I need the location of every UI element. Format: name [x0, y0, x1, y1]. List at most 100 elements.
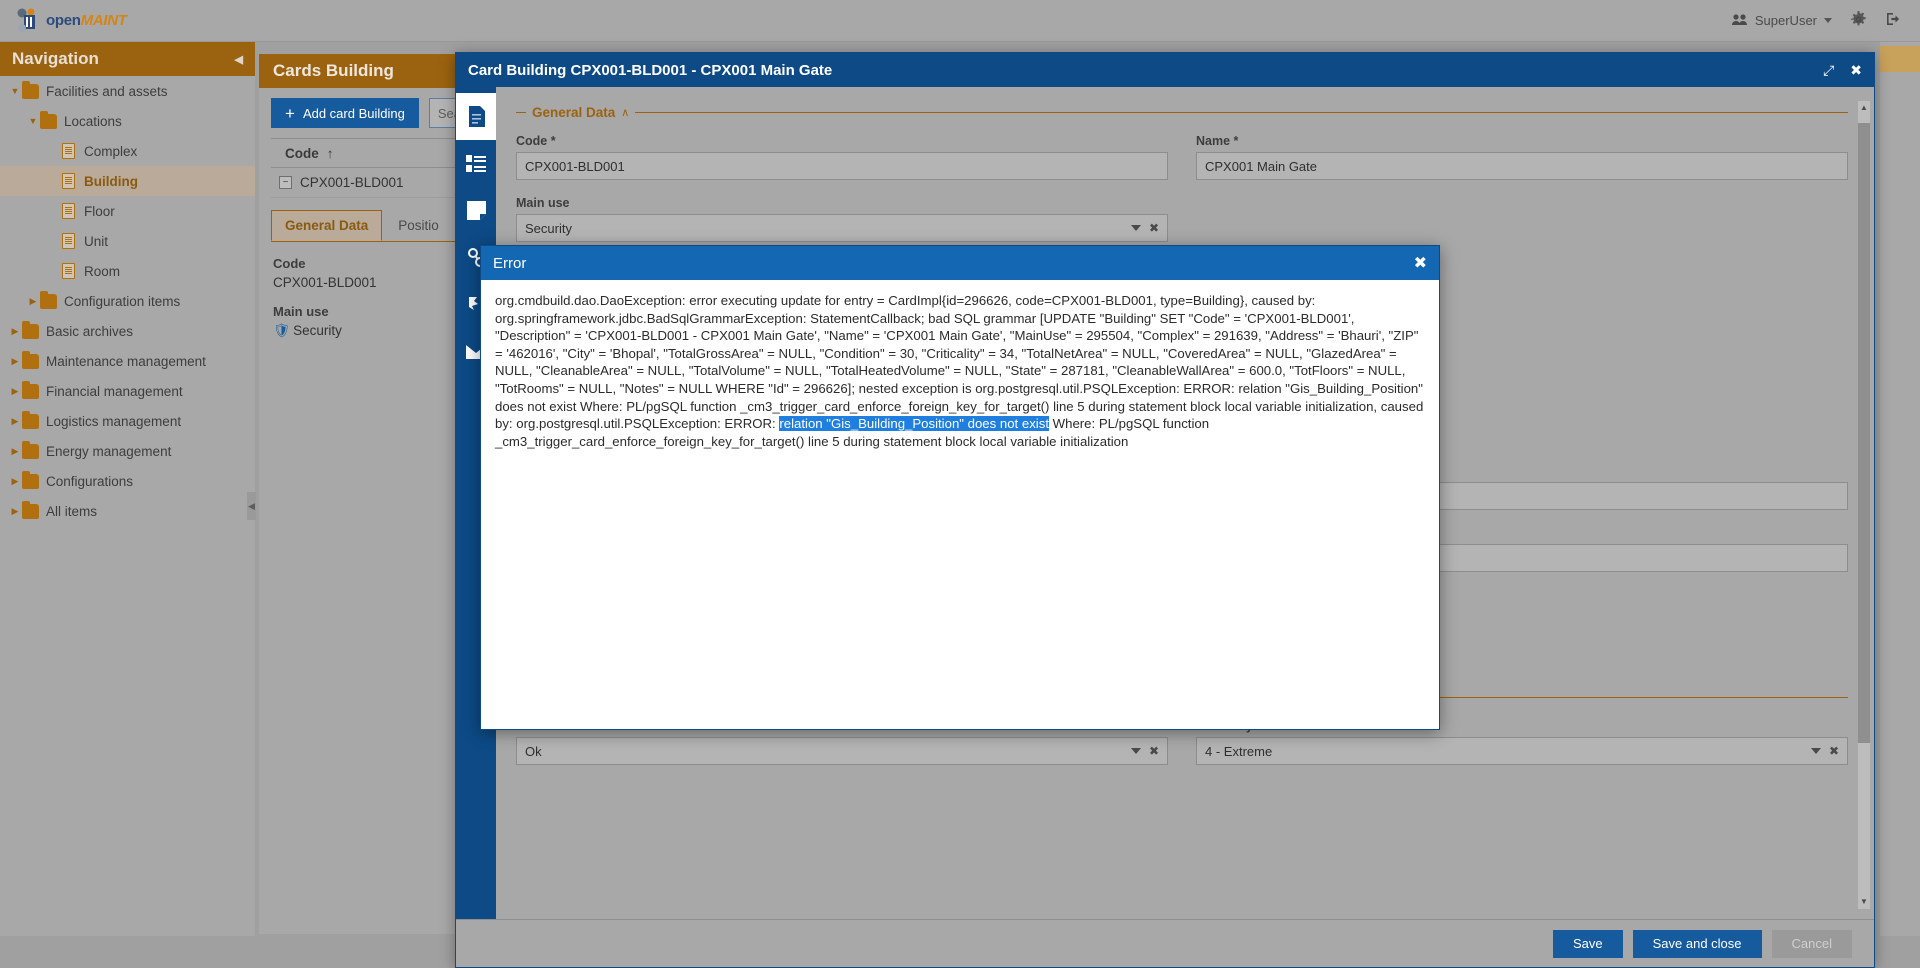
- tab-general-data[interactable]: General Data: [271, 210, 383, 241]
- chevron-down-icon[interactable]: ▼: [26, 116, 40, 126]
- top-app-bar: openMAINT SuperUser: [0, 0, 1920, 42]
- sidebar-item-label: Logistics management: [46, 413, 182, 429]
- main-use-combo[interactable]: Security ✖: [516, 214, 1168, 242]
- field-main-use-label: Main use: [516, 196, 570, 210]
- sidebar-item-complex[interactable]: Complex: [0, 136, 255, 166]
- close-icon[interactable]: ✖: [1850, 62, 1862, 79]
- name-input[interactable]: CPX001 Main Gate: [1196, 152, 1848, 180]
- grid-list-icon[interactable]: [456, 140, 496, 187]
- sidebar-item-all-items[interactable]: ▶ All items: [0, 496, 255, 526]
- sidebar-item-room[interactable]: Room: [0, 256, 255, 286]
- user-menu[interactable]: SuperUser: [1731, 13, 1832, 29]
- chevron-right-icon[interactable]: ▶: [8, 476, 22, 487]
- card-modal-window-controls: ⤢ ✖: [1823, 62, 1862, 79]
- form-row-main-use: Main use Security ✖: [516, 196, 1848, 242]
- section-general-data-title: General Data: [532, 105, 616, 120]
- code-input[interactable]: CPX001-BLD001: [516, 152, 1168, 180]
- save-button[interactable]: Save: [1552, 929, 1623, 958]
- chevron-right-icon[interactable]: ▶: [8, 386, 22, 397]
- add-card-building-button[interactable]: + Add card Building: [271, 98, 419, 128]
- sidebar-item-label: Basic archives: [46, 323, 134, 339]
- sidebar-item-facilities-and-assets[interactable]: ▼ Facilities and assets: [0, 76, 255, 106]
- folder-icon: [22, 410, 39, 429]
- sidebar-item-label: Building: [84, 173, 138, 189]
- sidebar-item-logistics-management[interactable]: ▶ Logistics management: [0, 406, 255, 436]
- logo-mark-icon: [14, 8, 44, 34]
- sidebar-item-building[interactable]: Building: [0, 166, 255, 196]
- navigation-sidebar: Navigation ◀ ▼ Facilities and assets ▼ Loca…: [0, 42, 256, 936]
- chevron-right-icon[interactable]: ▶: [8, 356, 22, 367]
- grid-column-header-code-label: Code: [285, 145, 319, 161]
- gear-icon[interactable]: [1850, 10, 1867, 31]
- document-icon: [62, 263, 75, 279]
- form-scrollbar[interactable]: ▲ ▼: [1858, 101, 1870, 909]
- name-input-value: CPX001 Main Gate: [1205, 158, 1318, 174]
- chevron-right-icon[interactable]: ▶: [8, 446, 22, 457]
- field-code-label: Code *: [516, 134, 556, 148]
- chevron-right-icon[interactable]: ▶: [26, 296, 40, 307]
- criticality-combo[interactable]: 4 - Extreme ✖: [1196, 737, 1848, 765]
- clear-icon[interactable]: ✖: [1149, 744, 1159, 758]
- sidebar-item-label: Facilities and assets: [46, 83, 168, 99]
- card-detail-icon[interactable]: [456, 93, 496, 140]
- top-bar-right-controls: SuperUser: [1731, 10, 1902, 31]
- sidebar-item-financial-management[interactable]: ▶ Financial management: [0, 376, 255, 406]
- document-icon: [62, 143, 75, 159]
- panel-detail-main-use-text: Security: [293, 323, 342, 338]
- sidebar-item-energy-management[interactable]: ▶ Energy management: [0, 436, 255, 466]
- sidebar-item-label: Energy management: [46, 443, 172, 459]
- logo-text: openMAINT: [46, 12, 127, 29]
- row-collapse-toggle[interactable]: −: [279, 176, 292, 189]
- sidebar-item-configurations[interactable]: ▶ Configurations: [0, 466, 255, 496]
- expand-icon[interactable]: ⤢: [1823, 62, 1834, 79]
- cancel-button[interactable]: Cancel: [1771, 929, 1852, 958]
- card-modal-title-text: Card Building CPX001-BLD001 - CPX001 Mai…: [468, 61, 833, 79]
- sidebar-item-maintenance-management[interactable]: ▶ Maintenance management: [0, 346, 255, 376]
- form-scrollbar-thumb[interactable]: [1858, 123, 1870, 743]
- sidebar-item-basic-archives[interactable]: ▶ Basic archives: [0, 316, 255, 346]
- sidebar-item-label: Configurations: [46, 473, 134, 489]
- section-general-data-header[interactable]: General Data ∧: [516, 105, 1848, 120]
- sidebar-item-locations[interactable]: ▼ Locations: [0, 106, 255, 136]
- condition-combo[interactable]: Ok ✖: [516, 737, 1168, 765]
- sidebar-item-label: Maintenance management: [46, 353, 206, 369]
- sidebar-resize-handle[interactable]: ◀: [247, 492, 256, 520]
- field-code: Code * CPX001-BLD001: [516, 134, 1168, 180]
- sidebar-item-configuration-items[interactable]: ▶ Configuration items: [0, 286, 255, 316]
- card-modal-footer: Save Save and close Cancel: [456, 919, 1874, 967]
- chevron-down-icon[interactable]: [1130, 225, 1141, 231]
- tab-position[interactable]: Positio: [384, 210, 453, 241]
- logout-icon[interactable]: [1885, 11, 1902, 30]
- chevron-right-icon[interactable]: ▶: [8, 416, 22, 427]
- sidebar-item-label: All items: [46, 503, 98, 519]
- cards-panel-title: Cards Building: [273, 61, 394, 80]
- clear-icon[interactable]: ✖: [1149, 221, 1159, 235]
- error-dialog-title: Error: [493, 254, 527, 272]
- add-card-building-label: Add card Building: [302, 105, 405, 121]
- sidebar-item-floor[interactable]: Floor: [0, 196, 255, 226]
- chevron-right-icon[interactable]: ▶: [8, 506, 22, 517]
- scroll-up-icon[interactable]: ▲: [1858, 101, 1870, 115]
- sidebar-item-label: Locations: [64, 113, 122, 129]
- folder-icon: [40, 290, 57, 309]
- save-and-close-button[interactable]: Save and close: [1632, 929, 1762, 958]
- card-modal-titlebar: Card Building CPX001-BLD001 - CPX001 Mai…: [456, 53, 1874, 87]
- notes-icon[interactable]: [456, 187, 496, 234]
- sidebar-item-label: Unit: [84, 233, 109, 249]
- chevron-left-icon[interactable]: ◀: [235, 53, 243, 66]
- close-icon[interactable]: ✖: [1414, 253, 1427, 273]
- section-rule: [635, 112, 1848, 113]
- user-name-label: SuperUser: [1754, 13, 1817, 28]
- scroll-down-icon[interactable]: ▼: [1858, 895, 1870, 909]
- chevron-down-icon[interactable]: [1810, 748, 1821, 754]
- condition-value: Ok: [525, 743, 542, 759]
- chevron-down-icon[interactable]: ▼: [8, 86, 22, 96]
- document-icon: [62, 233, 75, 249]
- chevron-down-icon[interactable]: [1130, 748, 1141, 754]
- folder-icon: [22, 440, 39, 459]
- chevron-right-icon[interactable]: ▶: [8, 326, 22, 337]
- navigation-tree: ▼ Facilities and assets ▼ Locations Complex B…: [0, 76, 255, 526]
- sidebar-item-unit[interactable]: Unit: [0, 226, 255, 256]
- clear-icon[interactable]: ✖: [1829, 744, 1839, 758]
- form-row-code-name: Code * CPX001-BLD001 Name * CPX001 Main …: [516, 134, 1848, 180]
